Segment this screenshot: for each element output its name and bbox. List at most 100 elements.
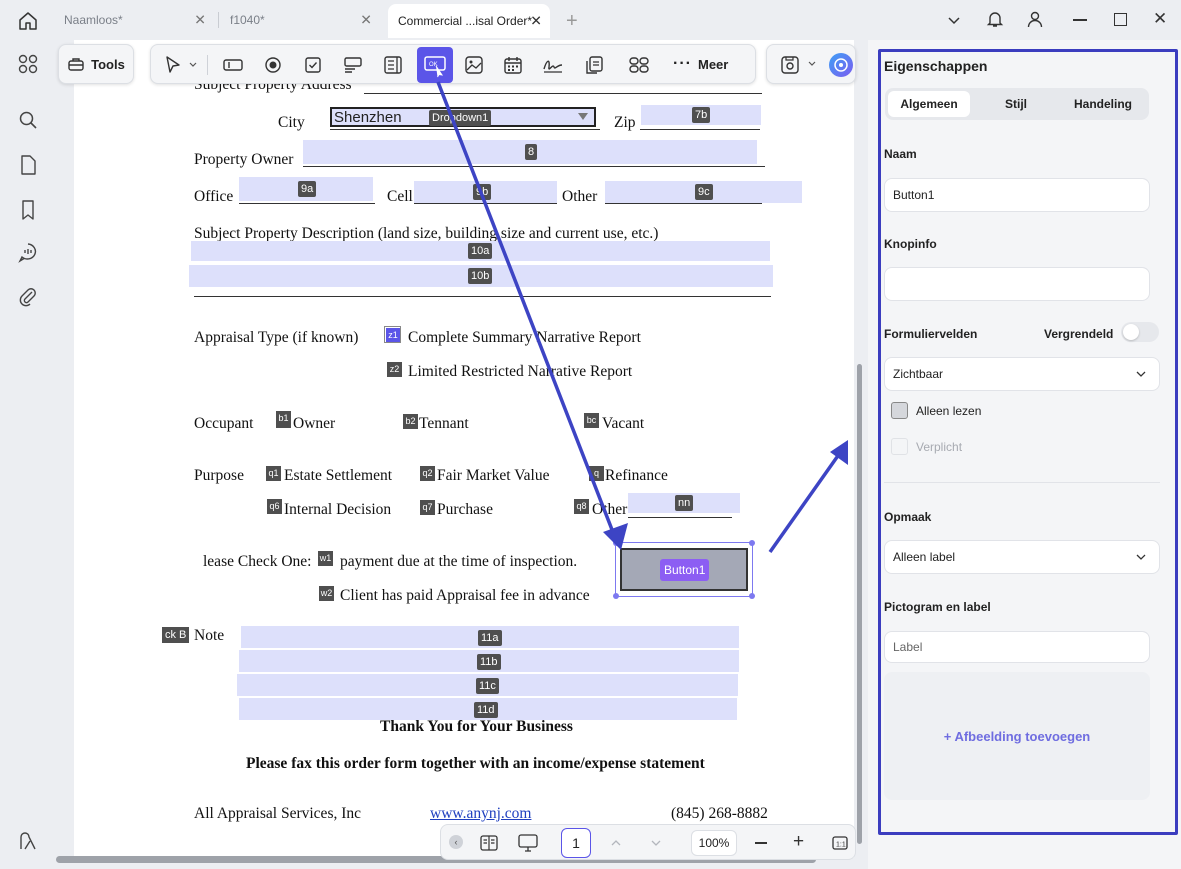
visibility-select[interactable]: Zichtbaar [884, 357, 1160, 391]
name-input[interactable]: Button1 [884, 178, 1150, 212]
button1-field[interactable]: Button1 [620, 548, 748, 591]
checkbox-client-paid[interactable]: w2 [319, 586, 334, 601]
radio-button-icon[interactable] [261, 53, 285, 77]
owner-option-label: Owner [293, 415, 336, 432]
fit-page-icon[interactable]: 1:1 [831, 834, 849, 852]
required-checkbox[interactable] [891, 438, 908, 455]
add-image-label: + Afbeelding toevoegen [943, 728, 1091, 744]
checkbox-internal-decision[interactable]: q6 [267, 499, 282, 514]
maximize-icon[interactable] [1114, 13, 1127, 26]
checkbox-tennant[interactable]: b2 [403, 414, 418, 429]
new-tab-icon[interactable]: + [566, 10, 578, 33]
push-button-icon: OK [424, 56, 446, 78]
checkbox-purchase[interactable]: q7 [420, 500, 435, 515]
checkbox-complete-summary[interactable]: z1 [384, 326, 401, 343]
checkbox-fair-market-value[interactable]: q2 [420, 466, 435, 481]
page-icon[interactable] [16, 153, 40, 177]
locked-toggle[interactable] [1121, 322, 1159, 342]
vertical-scrollbar[interactable] [857, 364, 862, 844]
home-icon[interactable] [17, 10, 39, 32]
chevron-down-icon[interactable] [807, 59, 817, 69]
duplicate-fields-icon[interactable] [582, 53, 606, 77]
bookmark-icon[interactable] [16, 198, 40, 222]
select-cursor-icon[interactable] [161, 53, 185, 77]
search-icon[interactable] [16, 108, 40, 132]
tab-commercial-order[interactable]: Commercial ...isal Order* ✕ [388, 4, 550, 38]
checkbox-tag: z1 [386, 328, 400, 342]
close-icon[interactable]: ✕ [530, 13, 542, 30]
account-icon[interactable] [1025, 9, 1045, 29]
field-tag: 9a [298, 181, 317, 197]
next-page-icon[interactable] [649, 836, 663, 850]
layout-select[interactable]: Alleen label [884, 540, 1160, 574]
tools-button[interactable]: Tools [58, 44, 134, 84]
previous-page-icon[interactable] [609, 836, 623, 850]
presentation-icon[interactable] [517, 832, 539, 854]
tab-algemeen[interactable]: Algemeen [888, 91, 970, 117]
ai-assistant-icon[interactable] [829, 53, 853, 77]
tab-f1040[interactable]: f1040* ✕ [220, 6, 380, 34]
zoom-out-icon[interactable] [755, 842, 767, 844]
thumbnails-icon[interactable] [16, 52, 40, 76]
save-icon[interactable] [779, 54, 801, 76]
checkbox-estate-settlement[interactable]: q1 [266, 466, 281, 481]
resize-handle[interactable] [749, 540, 755, 546]
zip-line [640, 129, 760, 130]
more-button[interactable]: ··· Meer [673, 55, 728, 73]
resize-handle[interactable] [613, 593, 619, 599]
svg-text:1:1: 1:1 [836, 842, 846, 849]
signature-field-icon[interactable] [541, 53, 565, 77]
more-label: Meer [697, 56, 729, 72]
tab-label: Handeling [1073, 97, 1132, 111]
resize-handle[interactable] [749, 593, 755, 599]
readonly-checkbox[interactable] [891, 402, 908, 419]
collapse-icon[interactable]: ‹ [449, 835, 463, 849]
list-box-icon[interactable] [381, 53, 405, 77]
button-tool-active[interactable]: OK [417, 47, 453, 83]
text-field-icon[interactable] [221, 53, 245, 77]
align-fields-icon[interactable] [627, 53, 651, 77]
chevron-down-icon[interactable] [946, 12, 962, 28]
city-dropdown[interactable]: Shenzhen Dropdown1 [330, 107, 596, 127]
zoom-level-field[interactable]: 100% [691, 830, 737, 856]
description-line [194, 296, 771, 297]
checkbox-owner[interactable]: b1 [276, 411, 291, 428]
checkbox-other-purpose[interactable]: q8 [574, 499, 589, 514]
bell-icon[interactable] [985, 9, 1005, 29]
add-image-area[interactable]: + Afbeelding toevoegen [884, 672, 1150, 800]
tab-stijl[interactable]: Stijl [975, 91, 1057, 117]
accessibility-icon[interactable] [16, 829, 40, 853]
page-navigation-bar: ‹ 1 100% + 1:1 [440, 824, 856, 860]
tab-handeling[interactable]: Handeling [1061, 91, 1145, 117]
page-number-input[interactable]: 1 [561, 828, 591, 858]
checkbox-vacant[interactable]: bc [584, 413, 599, 428]
label-input[interactable]: Label [884, 631, 1150, 663]
date-field-icon[interactable] [501, 53, 525, 77]
zoom-in-icon[interactable]: + [793, 832, 804, 851]
field-tag: 10a [468, 243, 493, 259]
close-icon[interactable]: ✕ [360, 12, 372, 29]
page-number: 1 [572, 835, 580, 851]
field-tag: 7b [692, 107, 711, 123]
checkbox-limited-restricted[interactable]: z2 [387, 362, 402, 377]
field-tag: 9c [695, 184, 713, 200]
close-window-icon[interactable]: ✕ [1153, 9, 1167, 29]
tooltip-input[interactable] [884, 267, 1150, 301]
attachment-icon[interactable] [16, 285, 40, 309]
combo-box-icon[interactable] [341, 53, 365, 77]
checkbox-refinance[interactable]: q [589, 466, 604, 481]
page-layout-icon[interactable] [479, 833, 499, 853]
website-link[interactable]: www.anynj.com [430, 805, 531, 823]
chevron-down-icon [1135, 368, 1147, 380]
image-field-icon[interactable] [462, 53, 486, 77]
checkbox-icon[interactable] [301, 53, 325, 77]
resize-handle[interactable] [613, 540, 619, 546]
comment-icon[interactable] [16, 240, 40, 264]
minimize-icon[interactable] [1073, 19, 1087, 21]
checkbox-payment-due[interactable]: w1 [318, 551, 333, 566]
tab-naamloos[interactable]: Naamloos* ✕ [54, 6, 214, 34]
close-icon[interactable]: ✕ [194, 12, 206, 29]
chevron-down-icon[interactable] [187, 53, 199, 77]
button1-selection[interactable]: Button1 [613, 540, 755, 599]
cell-line [414, 203, 557, 204]
